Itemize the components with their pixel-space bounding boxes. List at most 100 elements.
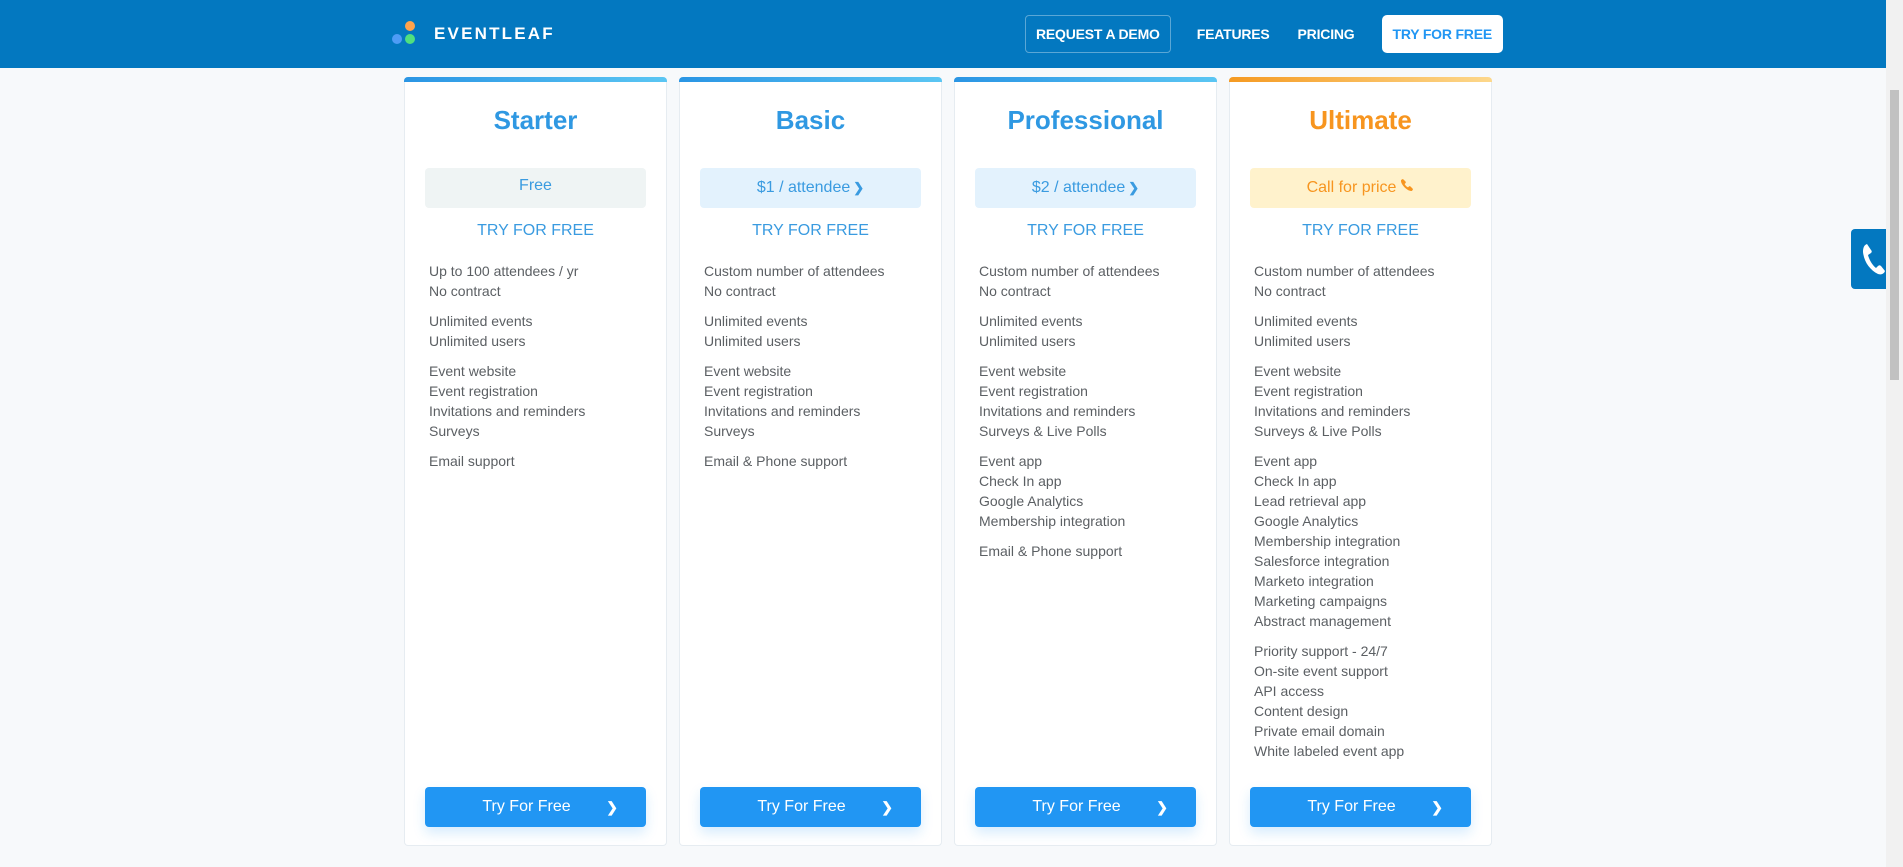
feature-item: Invitations and reminders [429,403,586,419]
feature-group: Unlimited events Unlimited users [704,311,931,351]
feature-item: No contract [979,283,1051,299]
feature-group: Unlimited events Unlimited users [979,311,1206,351]
feature-group: Event website Event registration Invitatio… [429,361,656,441]
card-accent-bar [954,77,1217,82]
try-for-free-button[interactable]: Try For Free ❯ [1250,787,1471,827]
feature-item: Unlimited users [704,333,801,349]
plan-price: Free [425,168,646,208]
feature-item: Email support [429,453,515,469]
card-accent-bar [679,77,942,82]
pricing-card-basic: Basic $1 / attendee ❯ TRY FOR FREE Custom nu… [679,77,942,846]
request-demo-button[interactable]: REQUEST A DEMO [1025,15,1171,53]
eventleaf-logo-icon [392,20,420,48]
feature-item: Event registration [979,383,1088,399]
plan-name: Basic [775,105,846,135]
feature-item: Marketing campaigns [1254,593,1388,609]
feature-group: Unlimited events Unlimited users [1254,311,1481,351]
feature-group: Custom number of attendees No contract [979,261,1206,301]
feature-list: Custom number of attendees No contract Unl… [979,261,1206,571]
nav-pricing-link[interactable]: PRICING [1298,26,1355,42]
feature-item: Check In app [1254,473,1337,489]
top-navbar: EVENTLEAF REQUEST A DEMO FEATURES PRICIN… [0,0,1886,68]
feature-item: Event app [1254,453,1318,469]
feature-item: White labeled event app [1254,743,1405,759]
feature-item: Unlimited events [979,313,1083,329]
feature-list: Custom number of attendees No contract Unl… [1254,261,1481,771]
feature-item: Custom number of attendees [704,263,885,279]
feature-item: Event registration [704,383,813,399]
pricing-card-starter: Starter Free TRY FOR FREE Up to 100 attende… [404,77,667,846]
feature-group: Event website Event registration Invitatio… [979,361,1206,441]
chevron-right-icon: ❯ [1156,799,1168,815]
feature-item: Event website [979,363,1067,379]
feature-item: Unlimited users [1254,333,1351,349]
chevron-right-icon: ❯ [881,799,893,815]
feature-item: Content design [1254,703,1349,719]
feature-item: Priority support - 24/7 [1254,643,1388,659]
try-for-free-button[interactable]: Try For Free ❯ [425,787,646,827]
plan-price[interactable]: $2 / attendee ❯ [975,168,1196,208]
chevron-right-icon: ❯ [1128,180,1140,195]
chevron-right-icon: ❯ [1431,799,1443,815]
chevron-right-icon: ❯ [606,799,618,815]
feature-item: Email & Phone support [704,453,848,469]
pricing-card-professional: Professional $2 / attendee ❯ TRY FOR FREE Cu… [954,77,1217,846]
plan-name: Professional [1007,105,1164,135]
feature-item: No contract [429,283,501,299]
feature-item: Invitations and reminders [1254,403,1411,419]
feature-group: Event website Event registration Invitatio… [704,361,931,441]
feature-group: Priority support - 24/7 On-site event sup… [1254,641,1481,761]
feature-item: Event registration [429,383,538,399]
feature-group: Unlimited events Unlimited users [429,311,656,351]
feature-group: Email support [429,451,656,471]
card-accent-bar [404,77,667,82]
feature-item: Abstract management [1254,613,1391,629]
feature-item: Invitations and reminders [979,403,1136,419]
nav-try-free-button[interactable]: TRY FOR FREE [1381,15,1503,53]
try-for-free-link[interactable]: TRY FOR FREE [680,222,941,240]
feature-item: Membership integration [1254,533,1401,549]
try-for-free-link[interactable]: TRY FOR FREE [405,222,666,240]
chevron-right-icon: ❯ [853,180,865,195]
feature-item: Surveys & Live Polls [1254,423,1382,439]
feature-group: Event app Check In app Lead retrieval app G… [1254,451,1481,631]
nav-features-link[interactable]: FEATURES [1197,26,1270,42]
feature-item: Up to 100 attendees / yr [429,263,579,279]
feature-item: Invitations and reminders [704,403,861,419]
feature-item: Custom number of attendees [1254,263,1435,279]
feature-item: No contract [1254,283,1326,299]
plan-price[interactable]: $1 / attendee ❯ [700,168,921,208]
feature-item: Surveys [704,423,755,439]
feature-item: Lead retrieval app [1254,493,1367,509]
scrollbar-thumb[interactable] [1890,90,1899,380]
feature-item: Check In app [979,473,1062,489]
try-for-free-button[interactable]: Try For Free ❯ [700,787,921,827]
nav-menu: REQUEST A DEMO FEATURES PRICING TRY FOR … [1025,15,1503,53]
price-label: $2 / attendee [1031,179,1126,196]
feature-group: Custom number of attendees No contract [1254,261,1481,301]
feature-item: Private email domain [1254,723,1385,739]
feature-item: Unlimited events [704,313,808,329]
feature-item: Unlimited users [429,333,526,349]
try-for-free-link[interactable]: TRY FOR FREE [1230,222,1491,240]
phone-icon [1400,168,1414,208]
try-for-free-link[interactable]: TRY FOR FREE [955,222,1216,240]
brand-name: EVENTLEAF [434,24,555,43]
feature-group: Email & Phone support [704,451,931,471]
feature-item: Event website [1254,363,1342,379]
feature-item: Surveys & Live Polls [979,423,1107,439]
logo[interactable]: EVENTLEAF [392,20,555,48]
plan-price[interactable]: Call for price [1250,168,1471,208]
try-for-free-button[interactable]: Try For Free ❯ [975,787,1196,827]
feature-item: Google Analytics [1254,513,1359,529]
feature-group: Email & Phone support [979,541,1206,561]
pricing-card-ultimate: Ultimate Call for price TRY FOR FREE Custom… [1229,77,1492,846]
feature-group: Custom number of attendees No contract [704,261,931,301]
plan-name: Starter [493,105,578,135]
price-label: Call for price [1306,179,1397,196]
feature-group: Up to 100 attendees / yr No contract [429,261,656,301]
feature-item: Unlimited users [979,333,1076,349]
page-scrollbar[interactable] [1886,0,1903,867]
feature-list: Up to 100 attendees / yr No contract Unlim… [429,261,656,481]
feature-item: Event website [429,363,517,379]
